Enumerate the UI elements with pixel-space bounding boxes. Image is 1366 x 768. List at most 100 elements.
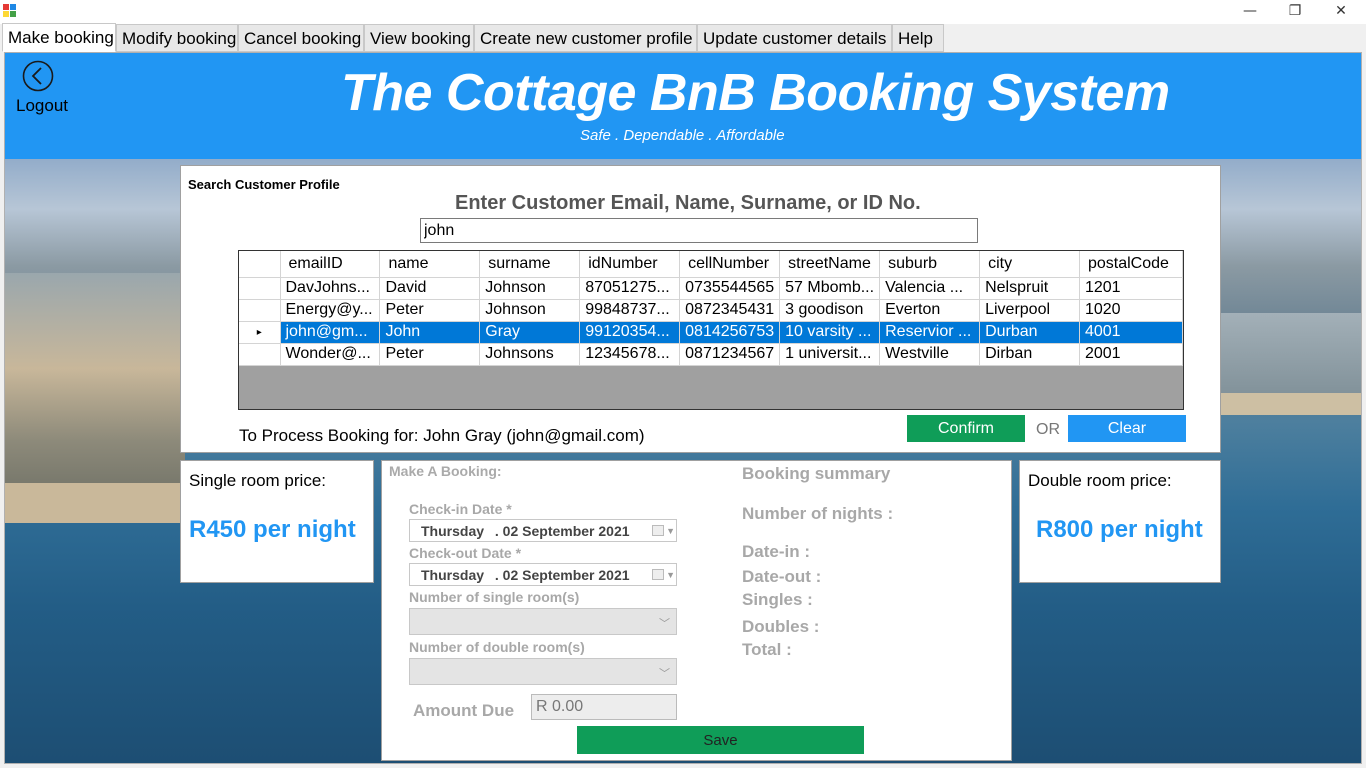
cell-name[interactable]: David [379,277,481,300]
cell-streetname[interactable]: 3 goodison [779,299,881,322]
booking-summary-title: Booking summary [742,464,891,483]
cell-city[interactable]: Liverpool [979,299,1080,322]
cell-idnumber[interactable]: 99120354... [579,321,681,344]
search-prompt: Enter Customer Email, Name, Surname, or … [455,192,921,214]
cell-emailid[interactable]: john@gm... [280,321,381,344]
column-header[interactable]: name [379,251,481,278]
minimize-icon[interactable]: — [1227,0,1273,22]
cell-streetname[interactable]: 57 Mbomb... [779,277,881,300]
column-header[interactable]: suburb [879,251,981,278]
tagline: Safe . Dependable . Affordable [580,127,785,144]
cell-suburb[interactable]: Everton [879,299,981,322]
cell-streetname[interactable]: 1 universit... [779,343,881,366]
column-header[interactable]: postalCode [1079,251,1184,278]
cell-surname[interactable]: Johnson [479,299,581,322]
beach-sand-image [5,483,185,523]
cell-idnumber[interactable]: 99848737... [579,299,681,322]
column-header[interactable]: surname [479,251,581,278]
tab-cancel-booking[interactable]: Cancel booking [238,24,364,52]
cell-suburb[interactable]: Valencia ... [879,277,981,300]
tab-view-booking[interactable]: View booking [364,24,474,52]
cell-surname[interactable]: Johnson [479,277,581,300]
cell-emailid[interactable]: DavJohns... [280,277,381,300]
close-icon[interactable]: ✕ [1318,0,1364,22]
make-booking-page: Logout The Cottage BnB Booking System Sa… [4,52,1362,764]
cell-cellnumber[interactable]: 0735544565 [679,277,781,300]
table-row[interactable]: DavJohns... David Johnson 87051275... 07… [239,277,1184,300]
calendar-icon[interactable] [652,569,664,580]
cell-city[interactable]: Nelspruit [979,277,1080,300]
logout-label[interactable]: Logout [16,96,68,116]
row-header[interactable] [239,299,281,322]
table-row[interactable]: Energy@y... Peter Johnson 99848737... 08… [239,299,1184,322]
customer-grid[interactable]: emailID name surname idNumber cellNumber… [238,250,1184,410]
back-arrow-icon[interactable] [22,60,54,92]
table-row[interactable]: Wonder@... Peter Johnsons 12345678... 08… [239,343,1184,366]
tab-create-customer-profile[interactable]: Create new customer profile [474,24,697,52]
window-title-bar: — ❐ ✕ [0,0,1366,24]
cell-postalcode[interactable]: 4001 [1079,321,1184,344]
row-header[interactable] [239,277,281,300]
cell-suburb[interactable]: Reservior ... [879,321,981,344]
chevron-down-icon[interactable]: ▼ [666,570,675,580]
double-rooms-label: Number of double room(s) [409,639,585,655]
chevron-down-icon[interactable]: ▼ [666,526,675,536]
summary-nights-label: Number of nights : [742,504,894,523]
row-pointer-icon[interactable]: ▸ [239,321,281,344]
process-booking-label: To Process Booking for: John Gray (john@… [239,426,645,445]
cell-emailid[interactable]: Energy@y... [280,299,381,322]
cell-suburb[interactable]: Westville [879,343,981,366]
checkout-date-picker[interactable]: Thursday . 02 September 2021 ▼ [409,563,677,586]
column-header[interactable]: idNumber [579,251,681,278]
cell-name[interactable]: John [379,321,481,344]
single-rooms-label: Number of single room(s) [409,589,580,605]
cell-postalcode[interactable]: 1020 [1079,299,1184,322]
cell-postalcode[interactable]: 2001 [1079,343,1184,366]
cell-cellnumber[interactable]: 0872345431 [679,299,781,322]
cell-idnumber[interactable]: 12345678... [579,343,681,366]
or-label: OR [1036,421,1060,438]
column-header[interactable]: city [979,251,1080,278]
single-room-price-value: R450 per night [189,516,356,543]
cell-streetname[interactable]: 10 varsity ... [779,321,881,344]
clear-button[interactable]: Clear [1068,415,1186,442]
cell-surname[interactable]: Johnsons [479,343,581,366]
calendar-icon[interactable] [652,525,664,536]
app-icon [3,4,17,18]
tab-update-customer-details[interactable]: Update customer details [697,24,892,52]
search-customer-panel: Search Customer Profile Enter Customer E… [180,165,1221,453]
grid-corner-cell [239,251,281,278]
column-header[interactable]: streetName [779,251,881,278]
single-room-price-label: Single room price: [189,471,327,490]
chevron-down-icon[interactable]: ﹀ [659,665,670,681]
cell-name[interactable]: Peter [379,343,481,366]
confirm-button[interactable]: Confirm [907,415,1025,442]
column-header[interactable]: cellNumber [679,251,781,278]
cell-city[interactable]: Durban [979,321,1080,344]
search-input[interactable] [420,218,978,243]
cell-emailid[interactable]: Wonder@... [280,343,381,366]
checkin-label: Check-in Date * [409,501,512,517]
amount-due-field[interactable]: R 0.00 [531,694,677,720]
cell-cellnumber[interactable]: 0814256753 [679,321,781,344]
restore-icon[interactable]: ❐ [1272,0,1318,22]
tab-modify-booking[interactable]: Modify booking [116,24,238,52]
column-header[interactable]: emailID [280,251,381,278]
cell-postalcode[interactable]: 1201 [1079,277,1184,300]
tab-make-booking[interactable]: Make booking [2,23,116,52]
cell-name[interactable]: Peter [379,299,481,322]
chevron-down-icon[interactable]: ﹀ [659,615,670,631]
double-rooms-select[interactable]: ﹀ [409,658,677,685]
cell-city[interactable]: Dirban [979,343,1080,366]
row-header[interactable] [239,343,281,366]
tab-help[interactable]: Help [892,24,944,52]
cell-cellnumber[interactable]: 0871234567 [679,343,781,366]
checkin-date-picker[interactable]: Thursday . 02 September 2021 ▼ [409,519,677,542]
summary-date-out-label: Date-out : [742,567,822,586]
single-rooms-select[interactable]: ﹀ [409,608,677,635]
cell-surname[interactable]: Gray [479,321,581,344]
save-button[interactable]: Save [577,726,864,754]
cell-idnumber[interactable]: 87051275... [579,277,681,300]
table-row-selected[interactable]: ▸ john@gm... John Gray 99120354... 08142… [239,321,1184,344]
grid-header-row: emailID name surname idNumber cellNumber… [239,251,1184,278]
